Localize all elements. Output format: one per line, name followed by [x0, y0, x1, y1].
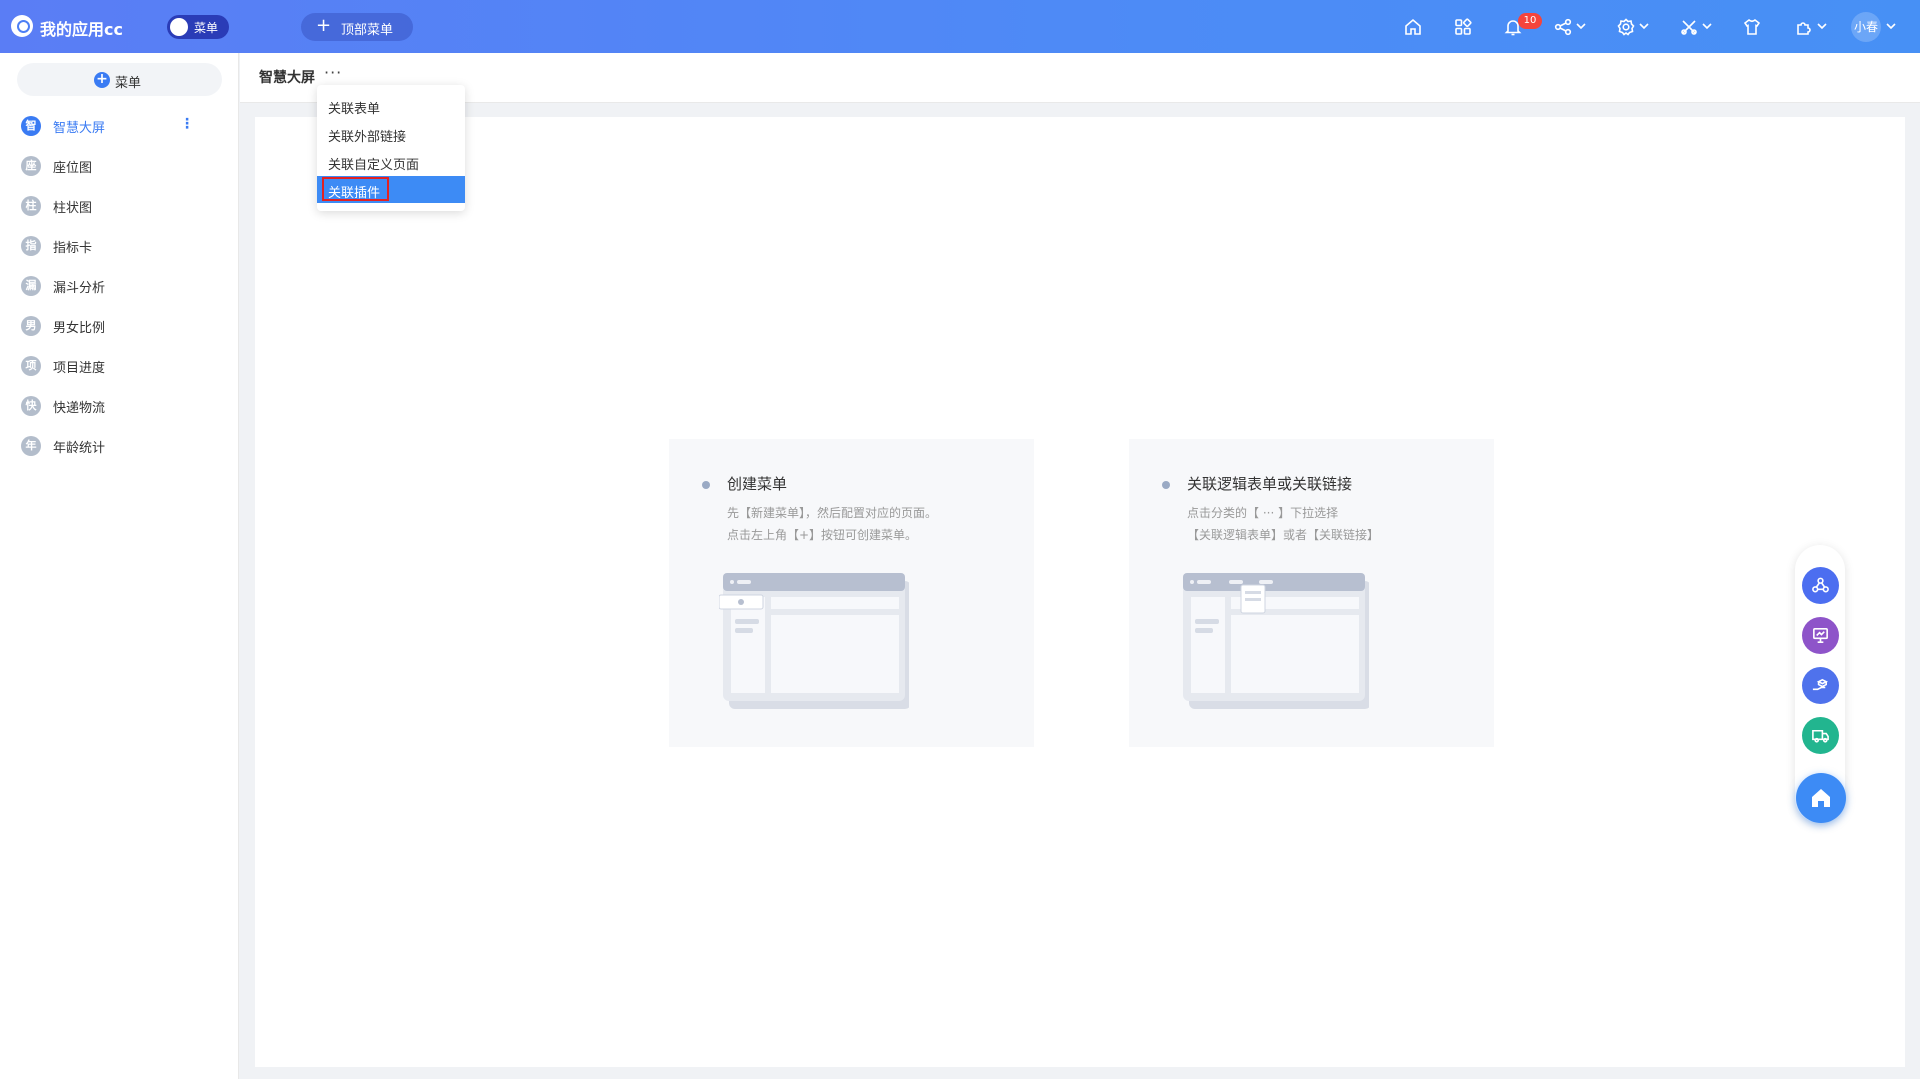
dropdown-item-link-plugin[interactable]: 关联插件 — [317, 176, 465, 203]
chevron-down-icon[interactable] — [1886, 20, 1896, 30]
link-options-dropdown: 关联表单 关联外部链接 关联自定义页面 关联插件 — [317, 85, 465, 211]
bullet-icon — [702, 481, 710, 489]
guide-card-link-form: 关联逻辑表单或关联链接 点击分类的【 ··· 】下拉选择 【关联逻辑表单】或者【… — [1129, 439, 1494, 747]
add-top-menu-button[interactable]: + 顶部菜单 — [301, 13, 413, 41]
page-header: 智慧大屏 ··· — [240, 53, 1920, 103]
sidebar-item-funnel-analysis[interactable]: 漏 漏斗分析 — [0, 267, 239, 303]
plugin-icon[interactable] — [1792, 15, 1816, 39]
more-options-icon[interactable]: ⋮ — [180, 116, 194, 134]
bullet-icon — [1162, 481, 1170, 489]
sidebar-item-label: 项目进度 — [53, 361, 106, 376]
shirt-icon[interactable] — [1740, 15, 1764, 39]
share-network-icon[interactable] — [1802, 567, 1839, 604]
main-content: 创建菜单 先【新建菜单】，然后配置对应的页面。 点击左上角【+】按钮可创建菜单。… — [255, 117, 1905, 1067]
sidebar-item-label: 智慧大屏 — [53, 121, 106, 136]
sidebar-item-avatar: 男 — [21, 316, 41, 336]
sidebar-item-label: 柱状图 — [53, 201, 93, 216]
sidebar-item-avatar: 项 — [21, 356, 41, 376]
app-logo-icon — [11, 15, 33, 37]
user-avatar[interactable]: 小春 — [1851, 12, 1881, 42]
create-menu-illustration-icon — [719, 573, 909, 709]
sidebar-item-avatar: 柱 — [21, 196, 41, 216]
sidebar-item-smart-screen[interactable]: 智 智慧大屏 ⋮ — [0, 107, 239, 143]
sidebar-item-bar-chart[interactable]: 柱 柱状图 — [0, 187, 239, 223]
apps-grid-icon[interactable] — [1451, 15, 1475, 39]
sidebar-item-label: 漏斗分析 — [53, 281, 106, 296]
card-description: 点击左上角【+】按钮可创建菜单。 — [727, 528, 918, 542]
toggle-knob — [170, 18, 188, 36]
sidebar-item-label: 男女比例 — [53, 321, 106, 336]
sidebar-item-gender-ratio[interactable]: 男 男女比例 — [0, 307, 239, 343]
sidebar-item-avatar: 智 — [21, 116, 41, 136]
link-form-illustration-icon — [1183, 573, 1369, 709]
dropdown-item-link-external[interactable]: 关联外部链接 — [317, 120, 465, 147]
settings-icon[interactable] — [1614, 15, 1638, 39]
dropdown-item-label: 关联自定义页面 — [328, 158, 420, 173]
card-description: 【关联逻辑表单】或者【关联链接】 — [1187, 528, 1380, 542]
chevron-down-icon[interactable] — [1639, 20, 1649, 30]
add-menu-button[interactable]: + 菜单 — [17, 63, 222, 96]
add-top-menu-label: 顶部菜单 — [341, 23, 394, 38]
sidebar-item-label: 快递物流 — [53, 401, 106, 416]
sidebar: + 菜单 智 智慧大屏 ⋮ 座 座位图 柱 柱状图 指 指标卡 漏 漏斗分析 男… — [0, 53, 239, 1079]
sidebar-item-label: 指标卡 — [53, 241, 93, 256]
home-icon[interactable] — [1401, 15, 1425, 39]
card-title: 关联逻辑表单或关联链接 — [1187, 475, 1353, 493]
card-description: 先【新建菜单】，然后配置对应的页面。 — [727, 506, 938, 520]
sidebar-item-label: 年龄统计 — [53, 441, 106, 456]
sidebar-item-label: 座位图 — [53, 161, 93, 176]
chevron-down-icon[interactable] — [1576, 20, 1586, 30]
page-title: 智慧大屏 — [259, 70, 315, 86]
dropdown-item-label: 关联外部链接 — [328, 130, 407, 145]
dropdown-item-link-form[interactable]: 关联表单 — [317, 92, 465, 119]
add-menu-label: 菜单 — [115, 76, 142, 91]
card-title: 创建菜单 — [727, 475, 788, 493]
sidebar-item-express-logistics[interactable]: 快 快递物流 — [0, 387, 239, 423]
more-options-button[interactable]: ··· — [324, 63, 342, 82]
notification-count-badge: 10 — [1518, 13, 1542, 29]
menu-toggle[interactable]: 菜单 — [167, 15, 229, 39]
toggle-label: 菜单 — [194, 21, 219, 35]
chevron-down-icon[interactable] — [1817, 20, 1827, 30]
sidebar-item-seat-map[interactable]: 座 座位图 — [0, 147, 239, 183]
plus-icon: + — [316, 15, 332, 36]
sidebar-item-age-statistics[interactable]: 年 年龄统计 — [0, 427, 239, 463]
truck-icon[interactable] — [1802, 717, 1839, 754]
dropdown-item-link-custom-page[interactable]: 关联自定义页面 — [317, 148, 465, 175]
sidebar-item-avatar: 指 — [21, 236, 41, 256]
sidebar-item-avatar: 快 — [21, 396, 41, 416]
sidebar-item-project-progress[interactable]: 项 项目进度 — [0, 347, 239, 383]
delivery-hand-icon[interactable] — [1802, 667, 1839, 704]
sidebar-item-avatar: 座 — [21, 156, 41, 176]
share-icon[interactable] — [1551, 15, 1575, 39]
card-description: 点击分类的【 ··· 】下拉选择 — [1187, 506, 1339, 520]
plus-circle-icon: + — [94, 72, 110, 88]
dropdown-item-label: 关联表单 — [328, 102, 381, 117]
sidebar-item-avatar: 漏 — [21, 276, 41, 296]
float-home-icon[interactable] — [1796, 773, 1846, 823]
sidebar-item-metric-card[interactable]: 指 指标卡 — [0, 227, 239, 263]
guide-card-create-menu: 创建菜单 先【新建菜单】，然后配置对应的页面。 点击左上角【+】按钮可创建菜单。 — [669, 439, 1034, 747]
tools-icon[interactable] — [1677, 15, 1701, 39]
chevron-down-icon[interactable] — [1702, 20, 1712, 30]
sidebar-item-avatar: 年 — [21, 436, 41, 456]
top-navigation-bar: 我的应用cc 菜单 + 顶部菜单 10 小春 — [0, 0, 1920, 53]
presentation-icon[interactable] — [1802, 617, 1839, 654]
app-title[interactable]: 我的应用cc — [40, 16, 123, 40]
dropdown-item-label: 关联插件 — [328, 186, 381, 201]
